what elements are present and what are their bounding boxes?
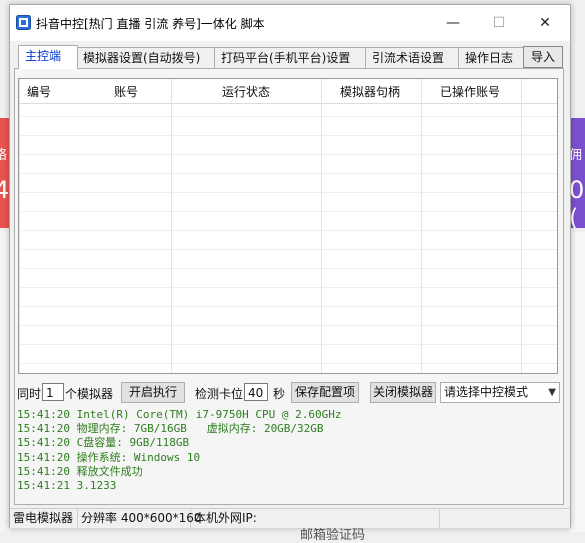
emulator-unit-label: 个模拟器 <box>65 387 114 401</box>
column-divider <box>521 79 522 373</box>
app-icon <box>16 15 31 30</box>
column-header-status[interactable]: 运行状态 <box>222 83 270 100</box>
log-line: 15:41:20 物理内存: 7GB/16GB 虚拟内存: 20GB/32GB <box>17 422 324 436</box>
log-line: 15:41:20 操作系统: Windows 10 <box>17 450 201 464</box>
start-button[interactable]: 开启执行 <box>121 382 185 403</box>
import-button[interactable]: 导入 <box>523 46 563 68</box>
column-header-emulator-handle[interactable]: 模拟器句柄 <box>340 83 400 100</box>
column-header-account[interactable]: 账号 <box>114 83 138 100</box>
log-line: 15:41:20 C盘容量: 9GB/118GB <box>17 436 190 450</box>
background-right-char: 0.( <box>569 176 585 228</box>
window-title: 抖音中控[热门 直播 引流 养号]一体化 脚本 <box>36 17 265 31</box>
status-emulator: 雷电模拟器 <box>10 509 78 528</box>
background-left-char: 4 <box>0 176 10 204</box>
close-button[interactable]: ✕ <box>522 5 568 41</box>
status-bar: 雷电模拟器 分辨率 400*600*160 本机外网IP: <box>10 508 570 528</box>
tab-emulator-settings[interactable]: 模拟器设置(自动拨号) <box>76 47 216 68</box>
mode-select-value: 请选择中控模式 <box>444 385 529 399</box>
simultaneous-count-input[interactable]: 1 <box>42 383 64 401</box>
column-divider <box>421 79 422 373</box>
log-output: 15:41:20 Intel(R) Core(TM) i7-9750H CPU … <box>17 408 557 500</box>
column-header-id[interactable]: 编号 <box>27 83 51 100</box>
close-emulator-button[interactable]: 关闭模拟器 <box>370 382 436 403</box>
main-control-panel: 编号 账号 运行状态 模拟器句柄 已操作账号 同时 1 个模拟器 开启执行 检测… <box>14 68 564 505</box>
column-header-operated-account[interactable]: 已操作账号 <box>440 83 500 100</box>
control-bar: 同时 1 个模拟器 开启执行 检测卡位 40 秒 保存配置项 关闭模拟器 请选择… <box>15 381 563 405</box>
tab-operation-log[interactable]: 操作日志 <box>458 47 524 68</box>
account-table[interactable]: 编号 账号 运行状态 模拟器句柄 已操作账号 <box>18 78 558 374</box>
tab-traffic-phrases[interactable]: 引流术语设置 <box>365 47 459 68</box>
check-stuck-label: 检测卡位 <box>195 387 244 401</box>
column-divider <box>19 79 20 373</box>
minimize-button[interactable]: — <box>430 5 476 41</box>
chevron-down-icon: ▼ <box>548 387 556 398</box>
check-stuck-input[interactable]: 40 <box>244 383 268 401</box>
tab-strip: 主控端 模拟器设置(自动拨号) 打码平台(手机平台)设置 引流术语设置 操作日志 <box>14 45 568 69</box>
background-strip-right <box>570 232 585 532</box>
mode-select[interactable]: 请选择中控模式 ▼ <box>440 382 560 403</box>
save-config-button[interactable]: 保存配置项 <box>291 382 359 403</box>
maximize-button[interactable]: ☐ <box>476 5 522 41</box>
tab-main-control[interactable]: 主控端 <box>18 45 78 69</box>
seconds-label: 秒 <box>273 387 286 401</box>
log-line: 15:41:20 Intel(R) Core(TM) i7-9750H CPU … <box>17 408 342 421</box>
status-empty <box>440 509 570 528</box>
background-left-top-char: 络 <box>0 148 8 163</box>
tab-captcha-platform[interactable]: 打码平台(手机平台)设置 <box>214 47 366 68</box>
log-line: 15:41:21 3.1233 <box>17 478 117 492</box>
simultaneous-label: 同时 <box>17 387 42 401</box>
main-window: 抖音中控[热门 直播 引流 养号]一体化 脚本 — ☐ ✕ 主控端 模拟器设置(… <box>9 4 571 528</box>
column-divider <box>321 79 322 373</box>
title-bar[interactable]: 抖音中控[热门 直播 引流 养号]一体化 脚本 — ☐ ✕ <box>10 5 570 41</box>
status-ip: 本机外网IP: <box>191 509 440 528</box>
log-line: 15:41:20 释放文件成功 <box>17 464 143 478</box>
status-resolution: 分辨率 400*600*160 <box>78 509 202 528</box>
column-divider <box>171 79 172 373</box>
